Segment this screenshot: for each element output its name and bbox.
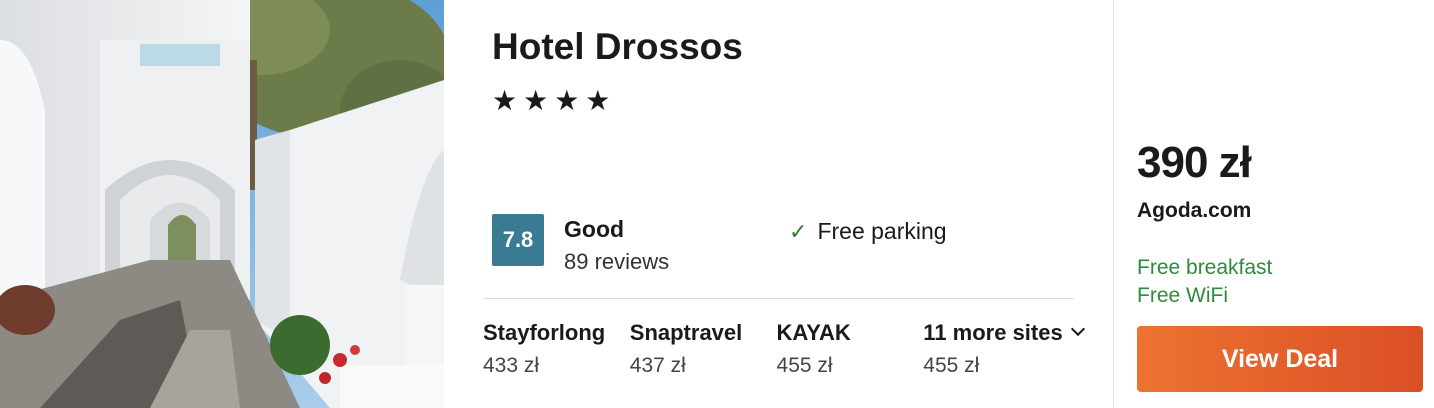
more-sites-toggle[interactable]: 11 more sites [923, 320, 1113, 346]
more-sites-dropdown[interactable]: 11 more sites 455 zł [923, 320, 1113, 378]
review-score-badge: 7.8 [492, 214, 544, 266]
hotel-info: Hotel Drossos ★★★★ 7.8 Good 89 reviews ✓… [444, 0, 1113, 408]
chevron-down-icon[interactable] [1070, 321, 1085, 337]
site-name: Stayforlong [483, 320, 606, 345]
site-price: 433 zł [483, 354, 540, 377]
more-sites-label: 11 more sites [923, 320, 1063, 345]
amenity-free-parking: ✓ Free parking [789, 218, 947, 245]
star-rating: ★★★★ [492, 85, 617, 116]
other-sites-list: Stayforlong 433 zł Snaptravel 437 zł KAY… [483, 320, 1113, 378]
review-count[interactable]: 89 reviews [564, 249, 669, 275]
site-offer-kayak[interactable]: KAYAK 455 zł [777, 320, 924, 378]
view-deal-button[interactable]: View Deal [1137, 326, 1423, 392]
deal-price: 390 zł [1137, 138, 1252, 187]
perk-free-breakfast: Free breakfast [1137, 256, 1273, 279]
hotel-result-card[interactable]: Hotel Drossos ★★★★ 7.8 Good 89 reviews ✓… [0, 0, 1434, 408]
amenity-label: Free parking [817, 218, 947, 244]
site-price: 455 zł [776, 354, 833, 377]
hotel-name[interactable]: Hotel Drossos [492, 26, 743, 68]
hotel-photo[interactable] [0, 0, 444, 408]
site-offer-stayforlong[interactable]: Stayforlong 433 zł [483, 320, 630, 378]
hotel-photo-image [0, 0, 444, 408]
site-name: Snaptravel [629, 320, 743, 345]
site-price: 437 zł [629, 354, 686, 377]
best-deal-panel: 390 zł Agoda.com Free breakfast Free WiF… [1114, 0, 1434, 408]
review-score-label: Good [564, 216, 625, 242]
site-price: 455 zł [923, 354, 980, 377]
site-offer-snaptravel[interactable]: Snaptravel 437 zł [630, 320, 777, 378]
divider [484, 298, 1074, 299]
check-icon: ✓ [789, 218, 808, 244]
site-name: KAYAK [776, 320, 851, 345]
perk-free-wifi: Free WiFi [1137, 284, 1228, 307]
deal-provider: Agoda.com [1137, 199, 1252, 222]
